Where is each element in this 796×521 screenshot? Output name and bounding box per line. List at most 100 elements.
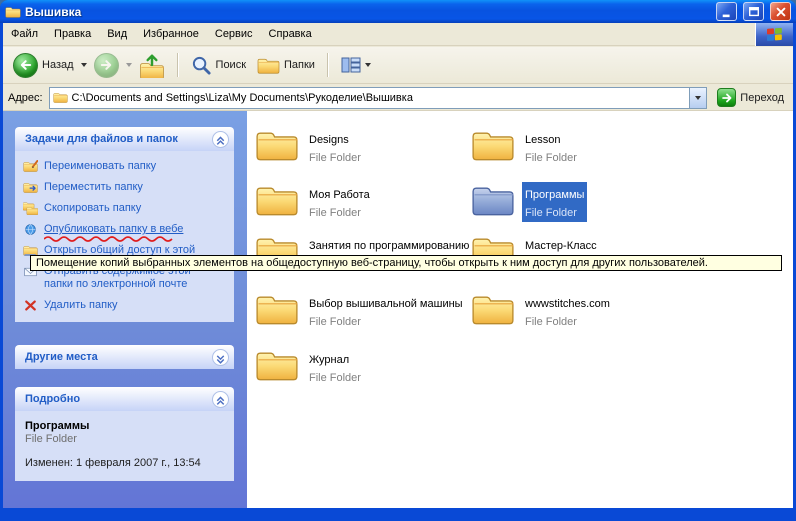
views-button[interactable] [337, 54, 375, 76]
file-name: Программы [525, 189, 584, 201]
folder-icon [255, 127, 299, 163]
file-name: Моя Работа [309, 189, 370, 201]
window-title: Вышивка [25, 5, 710, 19]
minimize-button[interactable] [716, 2, 737, 21]
collapse-button[interactable] [212, 131, 229, 148]
publish-web-icon [23, 223, 38, 236]
task-copy-folder[interactable]: Скопировать папку [23, 202, 230, 215]
panel-file-tasks-body: Переименовать папку Переместить папку [15, 151, 234, 322]
panel-title: Задачи для файлов и папок [25, 133, 212, 145]
address-combobox[interactable]: C:\Documents and Settings\Liza\My Docume… [49, 87, 708, 109]
file-type: File Folder [525, 316, 577, 328]
toolbar-separator [327, 53, 329, 77]
back-icon [13, 53, 38, 78]
menu-view[interactable]: Вид [99, 23, 135, 45]
window-folder-icon [5, 5, 21, 19]
file-tile[interactable]: Журнал File Folder [255, 347, 470, 391]
file-name: Designs [309, 134, 349, 146]
up-icon [139, 53, 165, 78]
menu-bar: Файл Правка Вид Избранное Сервис Справка [3, 23, 793, 46]
back-button[interactable]: Назад [9, 51, 78, 80]
forward-icon [94, 53, 119, 78]
search-button[interactable]: Поиск [187, 53, 250, 78]
file-name: Мастер-Класс [525, 240, 597, 252]
views-dropdown-icon[interactable] [365, 63, 371, 67]
task-pane: Задачи для файлов и папок Переименовать … [3, 111, 247, 508]
collapse-button[interactable] [212, 391, 229, 408]
file-type: File Folder [525, 152, 577, 164]
panel-file-tasks: Задачи для файлов и папок Переименовать … [15, 127, 234, 322]
red-squiggle-annotation [44, 235, 176, 243]
go-button[interactable]: Переход [713, 88, 788, 107]
rename-folder-icon [23, 160, 38, 173]
menu-edit[interactable]: Правка [46, 23, 99, 45]
file-type: File Folder [309, 316, 361, 328]
search-icon [191, 55, 212, 76]
forward-dropdown-icon[interactable] [126, 63, 132, 67]
close-button[interactable] [770, 2, 791, 21]
file-tile[interactable]: Lesson File Folder [471, 127, 686, 171]
explorer-window: Вышивка Файл Правка Вид Избранное Сервис… [0, 0, 796, 521]
toolbar: Назад Поиск [3, 47, 793, 84]
main-area: Задачи для файлов и папок Переименовать … [3, 111, 793, 508]
file-tile[interactable]: wwwstitches.com File Folder [471, 291, 686, 335]
go-arrow-icon [717, 88, 736, 107]
menu-file[interactable]: Файл [3, 23, 46, 45]
folder-icon [471, 127, 515, 163]
folder-icon [255, 182, 299, 218]
search-label: Поиск [216, 59, 246, 71]
chevron-down-icon [214, 351, 227, 364]
folders-button[interactable]: Папки [253, 54, 319, 77]
file-name: wwwstitches.com [525, 298, 610, 310]
back-dropdown-icon[interactable] [81, 63, 87, 67]
task-delete-folder[interactable]: Удалить папку [23, 299, 230, 312]
details-name: Программы [25, 420, 224, 432]
expand-button[interactable] [212, 349, 229, 366]
file-type: File Folder [525, 207, 577, 219]
move-folder-icon [23, 181, 38, 194]
task-rename-folder[interactable]: Переименовать папку [23, 160, 230, 173]
file-list-area[interactable]: Designs File Folder Lesson File Folder М… [247, 111, 793, 508]
address-bar: Адрес: C:\Documents and Settings\Liza\My… [3, 85, 793, 111]
task-publish-folder-web[interactable]: Опубликовать папку в вебе [23, 223, 230, 236]
file-tile[interactable]: Моя Работа File Folder [255, 182, 470, 226]
panel-details-header[interactable]: Подробно [15, 387, 234, 411]
address-path: C:\Documents and Settings\Liza\My Docume… [72, 92, 413, 104]
views-icon [341, 56, 361, 74]
file-name: Журнал [309, 354, 349, 366]
up-button[interactable] [135, 51, 169, 80]
file-tile[interactable]: Designs File Folder [255, 127, 470, 171]
file-name: Выбор вышивальной машины [309, 298, 463, 310]
file-type: File Folder [309, 372, 361, 384]
panel-other-places: Другие места [15, 345, 234, 369]
panel-file-tasks-header[interactable]: Задачи для файлов и папок [15, 127, 234, 151]
maximize-button[interactable] [743, 2, 764, 21]
task-move-folder[interactable]: Переместить папку [23, 181, 230, 194]
menu-tools[interactable]: Сервис [207, 23, 261, 45]
file-type: File Folder [309, 207, 361, 219]
folder-icon [255, 291, 299, 327]
folder-icon [255, 347, 299, 383]
chevron-up-icon [214, 133, 227, 146]
toolbar-separator [177, 53, 179, 77]
panel-title: Другие места [25, 351, 212, 363]
folders-label: Папки [284, 59, 315, 71]
forward-button[interactable] [90, 51, 123, 80]
folder-icon [471, 291, 515, 327]
address-dropdown-button[interactable] [689, 88, 706, 108]
details-type: File Folder [25, 433, 224, 445]
file-tile-selected[interactable]: Программы File Folder [471, 182, 686, 226]
file-name: Занятия по программированию [309, 240, 469, 252]
delete-icon [23, 299, 38, 312]
details-modified: Изменен: 1 февраля 2007 г., 13:54 [25, 457, 224, 469]
chevron-up-icon [214, 393, 227, 406]
go-label: Переход [740, 92, 784, 104]
menu-favorites[interactable]: Избранное [135, 23, 207, 45]
panel-title: Подробно [25, 393, 212, 405]
file-name: Lesson [525, 134, 560, 146]
file-tile[interactable]: Выбор вышивальной машины File Folder [255, 291, 470, 335]
windows-logo [755, 23, 793, 46]
menu-help[interactable]: Справка [261, 23, 320, 45]
panel-other-places-header[interactable]: Другие места [15, 345, 234, 369]
title-bar[interactable]: Вышивка [0, 0, 796, 23]
